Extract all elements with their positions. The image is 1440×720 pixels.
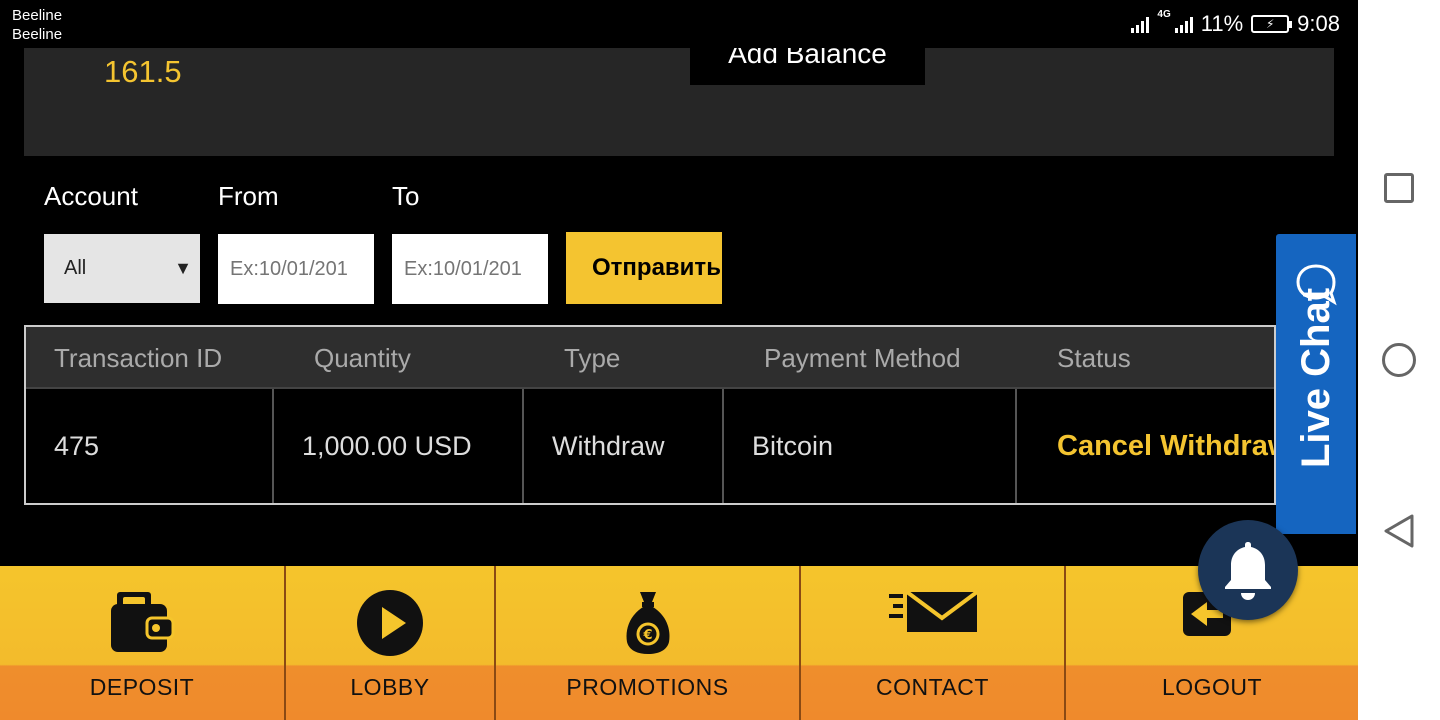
balance-panel: 161.5 Add Balance xyxy=(24,48,1334,156)
dropdown-arrow-icon: ▼ xyxy=(174,258,192,278)
system-nav-bar xyxy=(1358,0,1440,720)
quantity-value: 1,000.00 USD xyxy=(302,431,472,461)
svg-text:€: € xyxy=(642,628,652,643)
nav-item-lobby[interactable]: LOBBY xyxy=(286,566,496,720)
cancel-withdraw-link[interactable]: Cancel Withdraw xyxy=(1017,430,1274,462)
payment-method-value: Bitcoin xyxy=(752,431,834,461)
from-date-input[interactable] xyxy=(218,234,374,304)
transaction-id-value: 475 xyxy=(54,431,100,461)
submit-button[interactable]: Отправить xyxy=(566,232,722,304)
bell-icon xyxy=(1225,542,1271,600)
back-button[interactable] xyxy=(1382,514,1416,548)
account-select-value: All xyxy=(64,257,87,279)
cell-quantity: 1,000.00 USD xyxy=(274,389,524,503)
back-triangle-icon xyxy=(1384,514,1414,548)
nav-label-deposit: DEPOSIT xyxy=(89,674,195,700)
live-chat-label: Live Chat xyxy=(1294,287,1338,468)
cell-type: Withdraw xyxy=(524,389,724,503)
column-header-type: Type xyxy=(564,343,621,373)
status-bar: Beeline Beeline 4G 11% ⚡ 9:08 xyxy=(0,0,1358,48)
cell-payment-method: Bitcoin xyxy=(724,389,1017,503)
type-value: Withdraw xyxy=(552,431,665,461)
clock: 9:08 xyxy=(1297,11,1340,36)
from-label: From xyxy=(218,181,279,211)
live-chat-tab[interactable]: Live Chat xyxy=(1276,234,1356,534)
to-label: To xyxy=(392,181,420,211)
money-bag-icon: € xyxy=(626,592,669,654)
column-header-quantity: Quantity xyxy=(314,343,411,373)
cell-transaction-id: 475 xyxy=(26,389,274,503)
battery-icon: ⚡ xyxy=(1251,15,1293,33)
to-date-input[interactable] xyxy=(392,234,548,304)
status-indicators: 4G 11% ⚡ 9:08 xyxy=(1131,10,1340,38)
home-button[interactable] xyxy=(1382,343,1416,377)
signal-icon xyxy=(1131,15,1150,33)
account-label: Account xyxy=(44,181,138,211)
carrier-name-1: Beeline xyxy=(12,7,63,24)
account-select[interactable]: All ▼ xyxy=(44,234,200,303)
table-row: 475 1,000.00 USD Withdraw Bitcoin Cancel… xyxy=(26,389,1274,503)
add-balance-label: Add Balance xyxy=(728,48,887,69)
square-icon xyxy=(1384,173,1414,203)
network-type: 4G xyxy=(1157,9,1171,20)
nav-label-promotions: PROMOTIONS xyxy=(566,674,729,700)
wallet-icon xyxy=(111,592,175,652)
cell-status: Cancel Withdraw xyxy=(1017,389,1274,503)
table-header: Transaction ID Quantity Type Payment Met… xyxy=(26,327,1274,389)
battery-percent: 11% xyxy=(1200,11,1244,36)
circle-icon xyxy=(1382,343,1416,377)
column-header-payment-method: Payment Method xyxy=(764,343,961,373)
column-header-transaction-id: Transaction ID xyxy=(54,343,223,373)
nav-label-contact: CONTACT xyxy=(876,674,989,700)
envelope-icon xyxy=(888,590,978,632)
play-icon xyxy=(357,590,423,656)
add-balance-button[interactable]: Add Balance xyxy=(690,48,925,85)
nav-item-promotions[interactable]: € PROMOTIONS xyxy=(496,566,801,720)
carrier-names: Beeline Beeline xyxy=(12,6,62,44)
column-header-status: Status xyxy=(1057,343,1131,373)
carrier-name-2: Beeline xyxy=(12,26,63,43)
nav-label-lobby: LOBBY xyxy=(350,674,430,700)
nav-label-logout: LOGOUT xyxy=(1161,674,1263,700)
transactions-table: Transaction ID Quantity Type Payment Met… xyxy=(24,325,1276,505)
signal-icon xyxy=(1174,15,1193,33)
recent-apps-button[interactable] xyxy=(1382,171,1416,205)
bottom-nav: DEPOSIT LOBBY € PROMOTIONS CONTACT LOGOU… xyxy=(0,566,1358,720)
nav-item-contact[interactable]: CONTACT xyxy=(801,566,1066,720)
notification-bell-button[interactable] xyxy=(1198,520,1298,620)
nav-item-deposit[interactable]: DEPOSIT xyxy=(0,566,286,720)
balance-amount: 161.5 xyxy=(104,54,182,89)
